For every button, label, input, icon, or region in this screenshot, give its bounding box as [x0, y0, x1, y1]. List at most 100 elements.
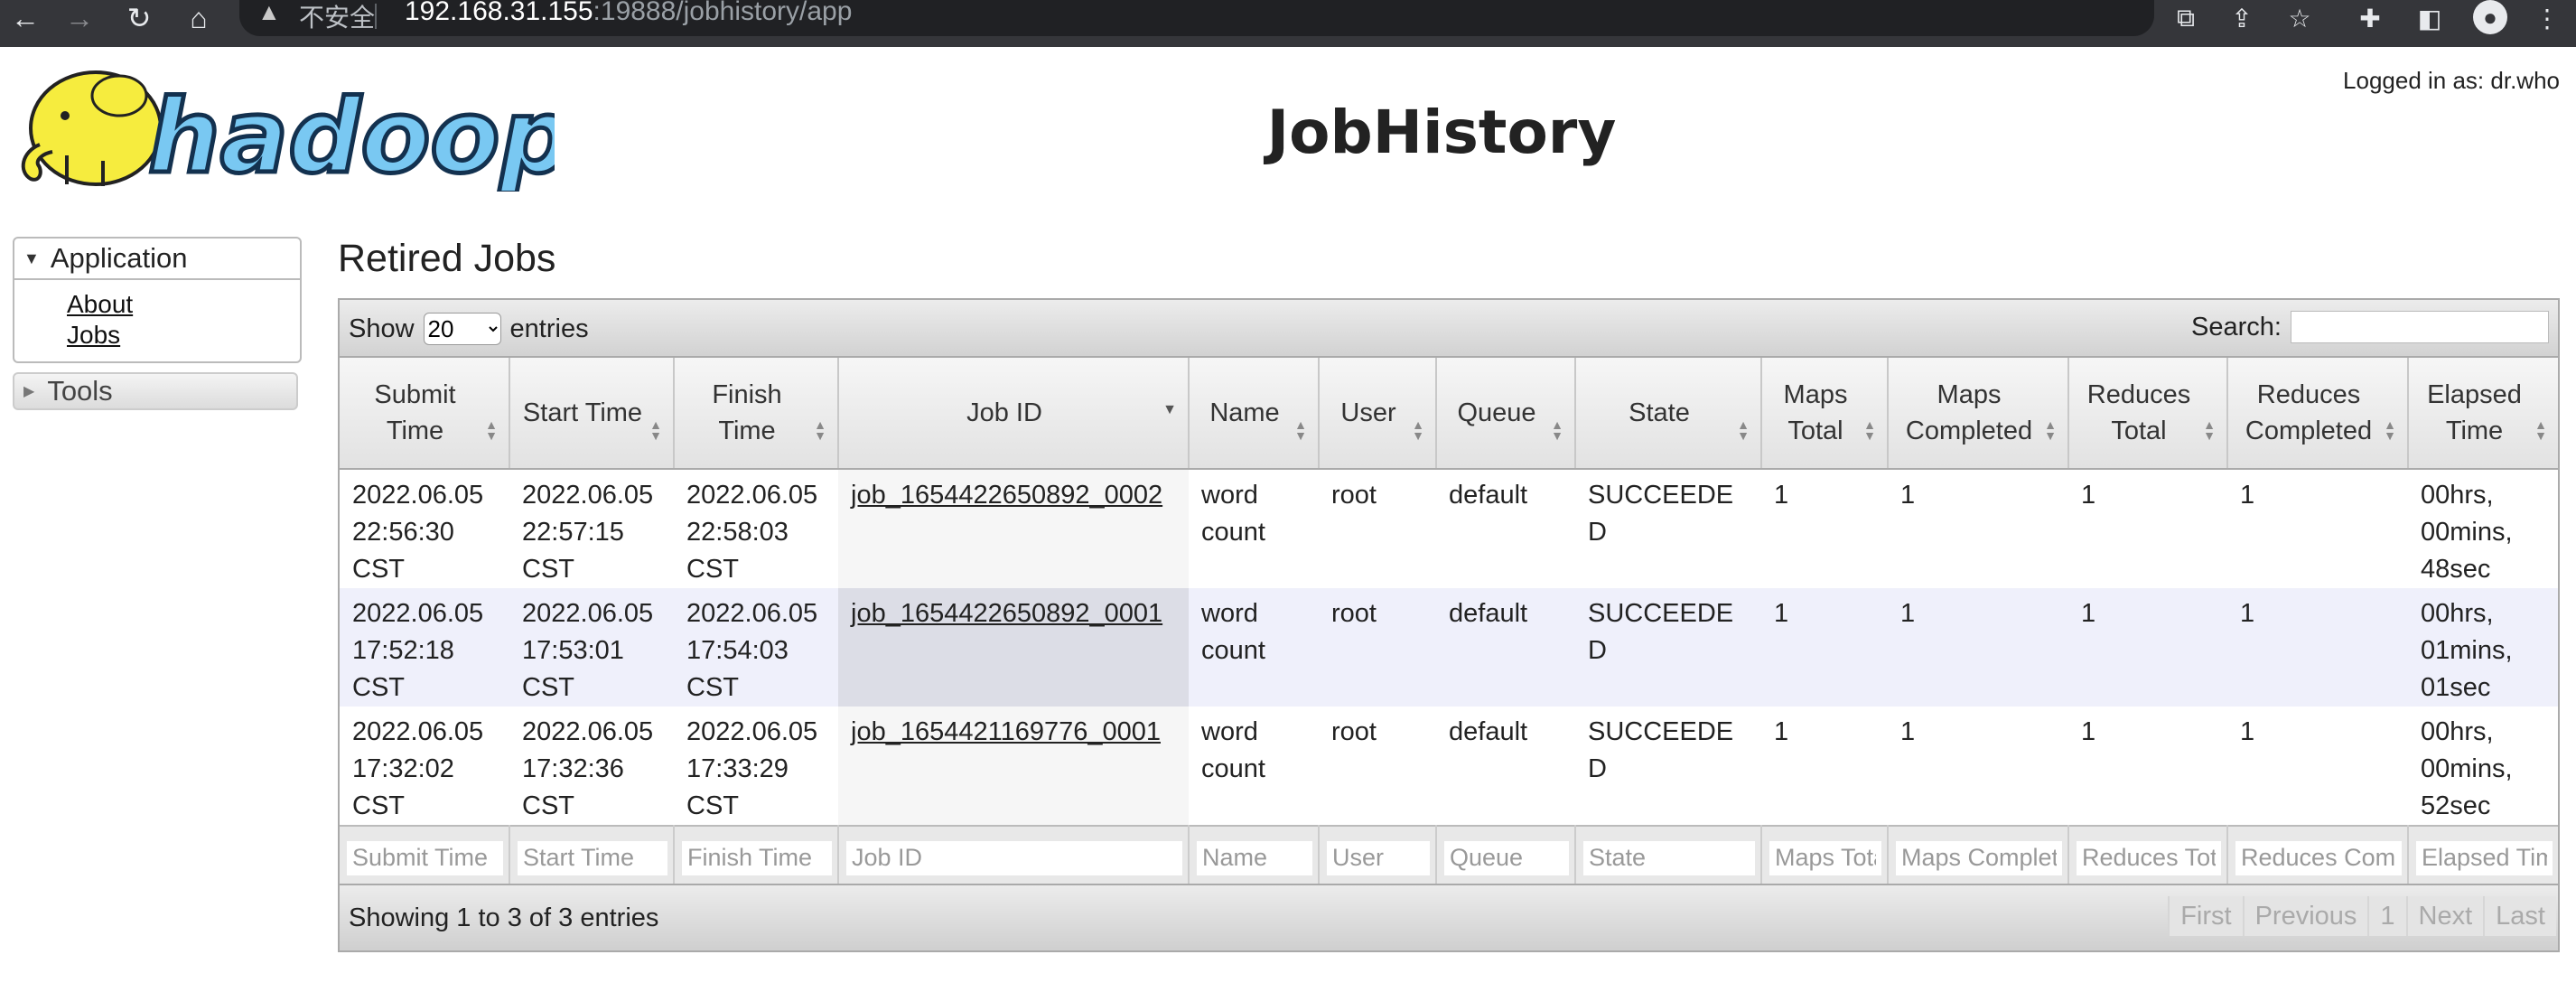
jobs-table: Submit Time ▲ ▼ Start Time ▲ ▼ Finish Time ▲ ▼…	[340, 358, 2558, 891]
bookmark-star-icon[interactable]: ☆	[2282, 0, 2318, 36]
sort-icon: ▲ ▼	[2384, 417, 2396, 443]
filter-reduces-completed[interactable]	[2235, 840, 2402, 875]
table-toolbar: Show 20 entries Search:	[340, 300, 2558, 358]
sort-icon: ▲ ▼	[814, 417, 826, 443]
warning-icon: ▲	[257, 0, 281, 25]
table-cell: 1	[2068, 707, 2227, 826]
job-id-link[interactable]: job_1654422650892_0001	[851, 599, 1162, 628]
address-bar[interactable]: ▲ 不安全 192.168.31.155:19888/jobhistory/ap…	[239, 0, 2154, 36]
table-row: 2022.06.05 22:56:30 CST 2022.06.05 22:57:…	[340, 469, 2558, 588]
table-cell: 2022.06.05 17:32:36 CST	[509, 707, 674, 826]
table-row: 2022.06.05 17:32:02 CST 2022.06.05 17:32:…	[340, 707, 2558, 826]
profile-avatar-icon[interactable]: ●	[2473, 0, 2507, 34]
table-cell: 2022.06.05 17:32:02 CST	[340, 707, 509, 826]
table-cell: root	[1319, 469, 1436, 588]
sort-icon: ▲ ▼	[1412, 417, 1424, 443]
table-cell: 2022.06.05 22:57:15 CST	[509, 469, 674, 588]
col-reduces-total[interactable]: Reduces Total ▲ ▼	[2068, 358, 2228, 470]
home-icon[interactable]: ⌂	[181, 0, 217, 36]
filter-finish-time[interactable]	[682, 840, 832, 875]
table-cell: SUCCEEDED	[1575, 588, 1761, 707]
sidebar-application-header[interactable]: ▼ Application	[14, 239, 300, 280]
col-queue[interactable]: Queue ▲ ▼	[1436, 358, 1576, 470]
table-cell: 2022.06.05 17:33:29 CST	[674, 707, 838, 826]
table-cell: 2022.06.05 17:54:03 CST	[674, 588, 838, 707]
sort-icon: ▲ ▼	[2044, 417, 2057, 443]
table-cell: default	[1436, 707, 1575, 826]
side-panel-icon[interactable]: ◧	[2412, 0, 2448, 36]
filter-reduces-total[interactable]	[2077, 840, 2221, 875]
filter-name[interactable]	[1197, 840, 1312, 875]
table-cell: job_1654421169776_0001	[838, 707, 1189, 826]
col-job-id[interactable]: Job ID ▼	[838, 358, 1190, 470]
table-cell: job_1654422650892_0001	[838, 588, 1189, 707]
table-cell: 00hrs, 00mins, 48sec	[2408, 469, 2558, 588]
filter-state[interactable]	[1583, 840, 1755, 875]
pager-page-1[interactable]: 1	[2367, 896, 2406, 936]
filter-maps-total[interactable]	[1769, 840, 1881, 875]
table-cell: 1	[2068, 588, 2227, 707]
sidebar-tools[interactable]: ▶ Tools	[13, 372, 298, 410]
pager-next-button[interactable]: Next	[2405, 896, 2484, 936]
job-id-link[interactable]: job_1654422650892_0002	[851, 481, 1162, 510]
table-cell: 2022.06.05 22:58:03 CST	[674, 469, 838, 588]
share-icon[interactable]: ⇪	[2224, 0, 2260, 36]
filter-maps-completed[interactable]	[1896, 840, 2062, 875]
table-cell: 1	[1888, 588, 2068, 707]
pagination: First Previous 1 Next Last	[2168, 896, 2556, 936]
filter-start-time[interactable]	[518, 840, 667, 875]
triangle-right-icon: ▶	[23, 384, 35, 399]
menu-kebab-icon[interactable]: ⋮	[2529, 0, 2565, 36]
pager-first-button[interactable]: First	[2168, 896, 2243, 936]
sort-icon: ▲ ▼	[649, 417, 662, 443]
col-state[interactable]: State ▲ ▼	[1575, 358, 1762, 470]
col-finish-time[interactable]: Finish Time ▲ ▼	[674, 358, 839, 470]
pager-previous-button[interactable]: Previous	[2242, 896, 2368, 936]
logged-in-user: Logged in as: dr.who	[2343, 67, 2560, 94]
showing-info: Showing 1 to 3 of 3 entries	[349, 903, 659, 932]
table-cell: root	[1319, 707, 1436, 826]
sort-icon: ▲ ▼	[1863, 417, 1876, 443]
col-reduces-completed[interactable]: Reduces Completed ▲ ▼	[2227, 358, 2409, 470]
sort-icon: ▲ ▼	[485, 417, 498, 443]
job-id-link[interactable]: job_1654421169776_0001	[851, 717, 1161, 746]
table-footer: Showing 1 to 3 of 3 entries First Previo…	[340, 884, 2558, 950]
reload-icon[interactable]: ↻	[121, 0, 157, 36]
table-cell: job_1654422650892_0002	[838, 469, 1189, 588]
sidebar-link-jobs[interactable]: Jobs	[67, 320, 300, 351]
translate-icon[interactable]: ⧉	[2168, 0, 2204, 36]
filter-elapsed-time[interactable]	[2416, 840, 2553, 875]
sort-icon: ▲ ▼	[1551, 417, 1563, 443]
page-title: JobHistory	[1266, 98, 1617, 167]
jobs-table-container: Show 20 entries Search: Submit Time ▲ ▼ St…	[338, 298, 2560, 952]
filter-job-id[interactable]	[846, 840, 1182, 875]
col-submit-time[interactable]: Submit Time ▲ ▼	[340, 358, 510, 470]
table-cell: SUCCEEDED	[1575, 469, 1761, 588]
pager-last-button[interactable]: Last	[2483, 896, 2556, 936]
col-start-time[interactable]: Start Time ▲ ▼	[509, 358, 675, 470]
url-text[interactable]: 192.168.31.155:19888/jobhistory/app	[405, 0, 852, 27]
table-row: 2022.06.05 17:52:18 CST 2022.06.05 17:53:…	[340, 588, 2558, 707]
filter-submit-time[interactable]	[347, 840, 503, 875]
address-separator	[375, 4, 377, 29]
table-cell: 1	[1761, 469, 1888, 588]
filter-user[interactable]	[1327, 840, 1430, 875]
table-cell: 1	[1888, 707, 2068, 826]
col-elapsed-time[interactable]: Elapsed Time ▲ ▼	[2408, 358, 2558, 470]
col-user[interactable]: User ▲ ▼	[1319, 358, 1437, 470]
search-input[interactable]	[2291, 311, 2549, 343]
sort-icon: ▲ ▼	[2534, 417, 2547, 443]
back-icon[interactable]: ←	[7, 0, 43, 36]
table-cell: root	[1319, 588, 1436, 707]
table-cell: word count	[1189, 469, 1319, 588]
filter-queue[interactable]	[1444, 840, 1569, 875]
col-name[interactable]: Name ▲ ▼	[1189, 358, 1320, 470]
page-size-select[interactable]: 20	[423, 313, 501, 345]
col-maps-completed[interactable]: Maps Completed ▲ ▼	[1888, 358, 2069, 470]
extensions-icon[interactable]: ✚	[2352, 0, 2388, 36]
sidebar-link-about[interactable]: About	[67, 289, 300, 320]
insecure-label: 不安全	[299, 4, 376, 32]
col-maps-total[interactable]: Maps Total ▲ ▼	[1761, 358, 1889, 470]
browser-toolbar: ← → ↻ ⌂ ▲ 不安全 192.168.31.155:19888/jobhi…	[0, 0, 2576, 47]
forward-icon[interactable]: →	[61, 0, 98, 36]
